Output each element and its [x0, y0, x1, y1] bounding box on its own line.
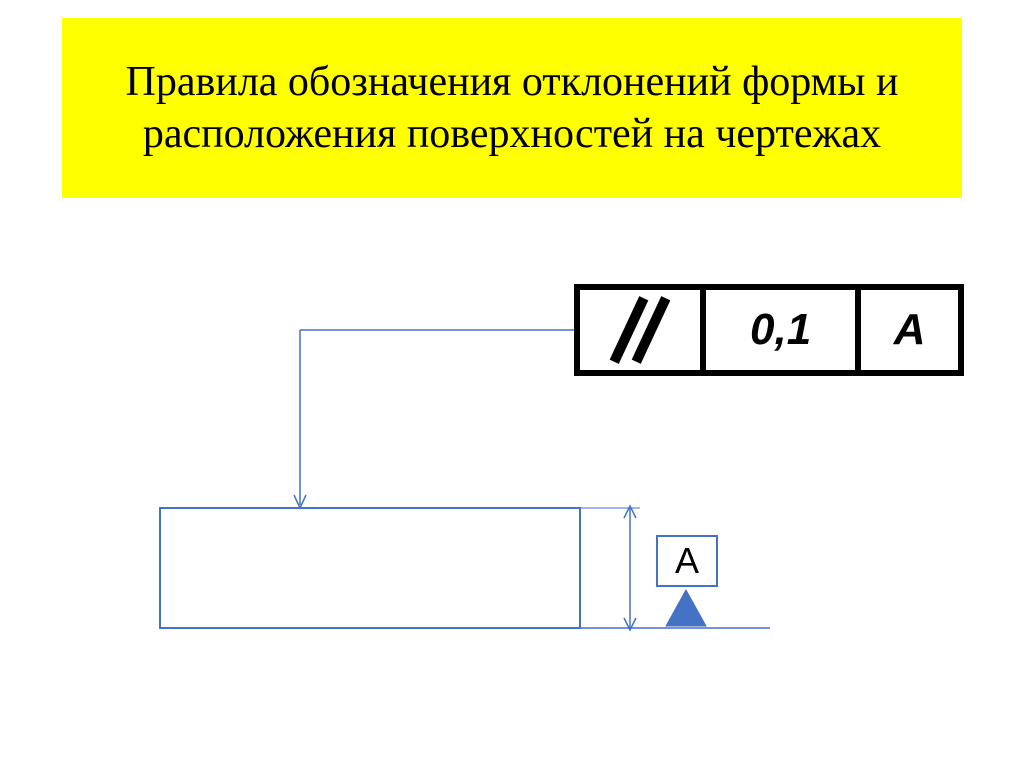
- tolerance-datum-cell: A: [861, 290, 958, 370]
- title-banner: Правила обозначения отклонений формы и р…: [62, 18, 962, 198]
- datum-label-box: А: [656, 535, 718, 587]
- part-rectangle: [160, 508, 580, 628]
- datum-letter: А: [675, 540, 699, 582]
- title-text: Правила обозначения отклонений формы и р…: [82, 56, 942, 161]
- drawing-diagram: [130, 290, 850, 710]
- tolerance-datum-ref: A: [894, 305, 926, 355]
- datum-triangle-icon: [666, 590, 706, 626]
